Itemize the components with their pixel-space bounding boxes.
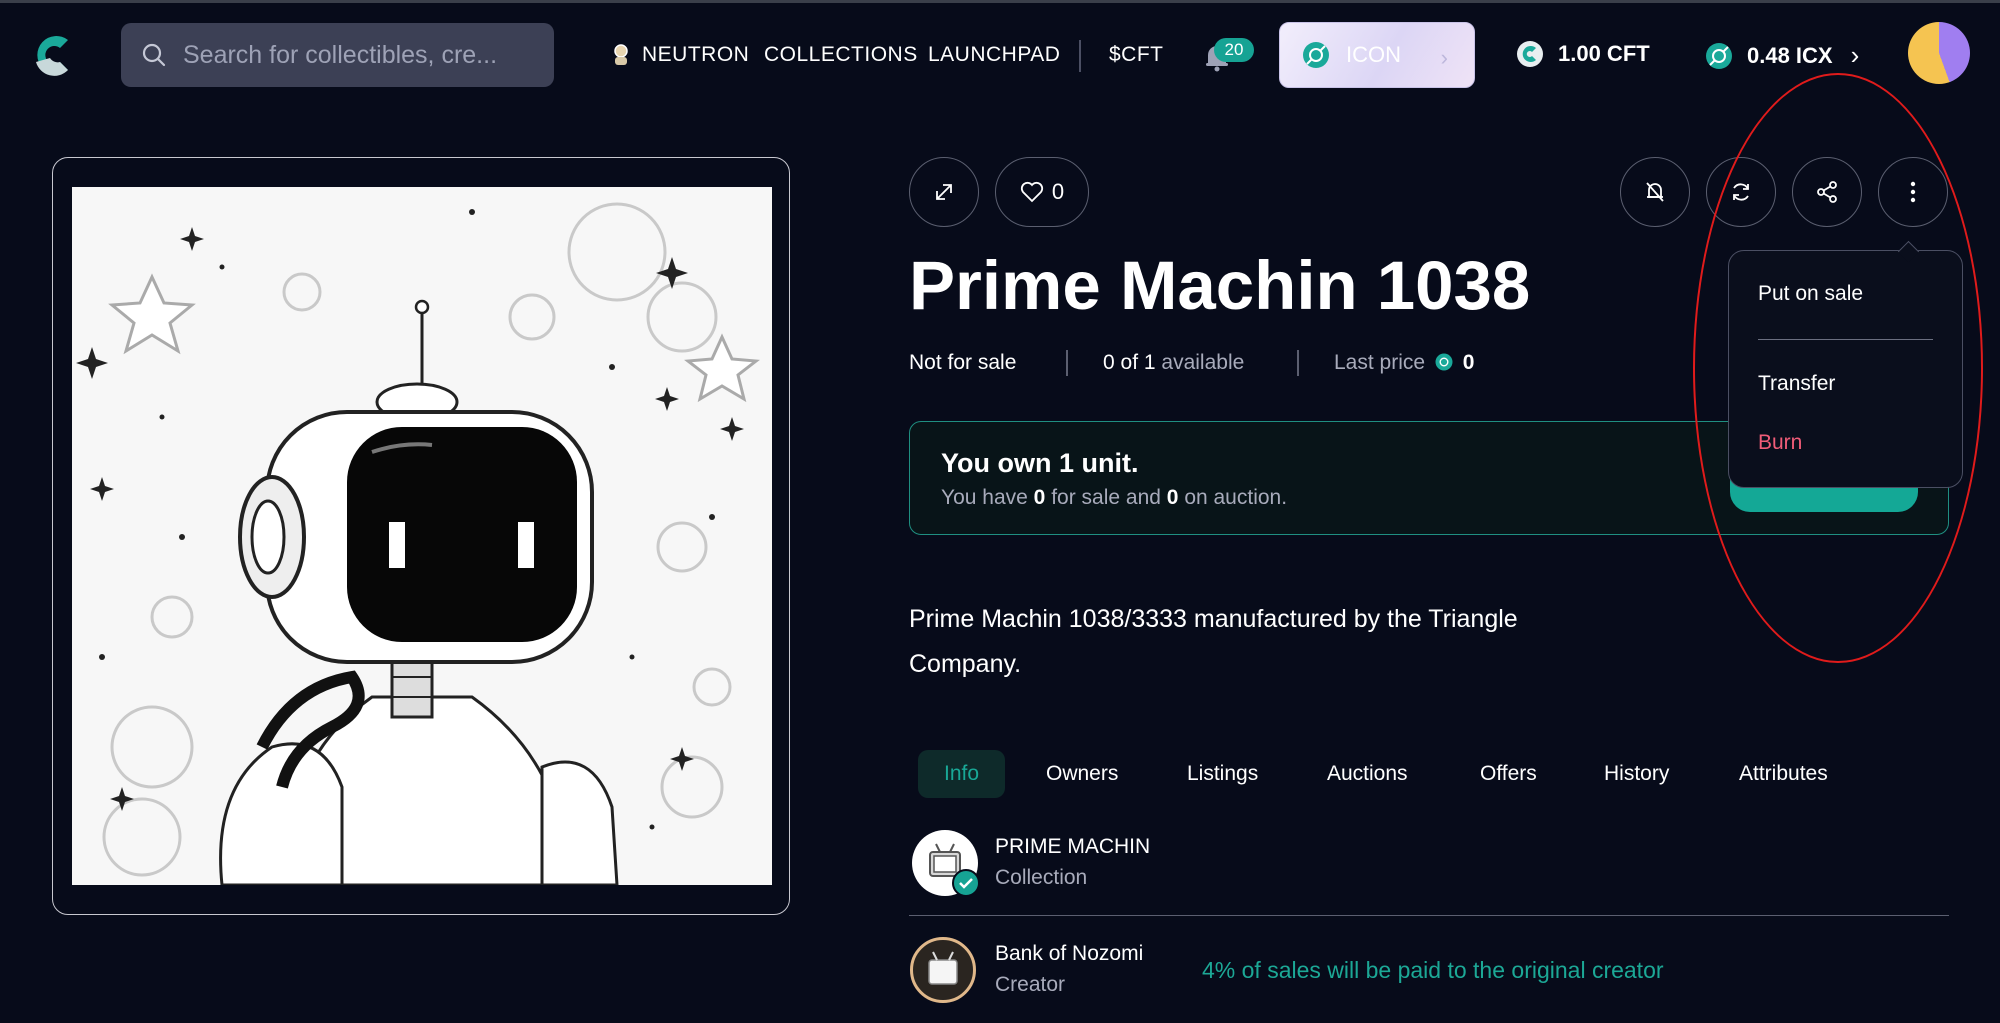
nft-description: Prime Machin 1038/3333 manufactured by t… [909, 605, 1518, 678]
tab-info[interactable]: Info [918, 750, 1006, 798]
meta-divider [1297, 350, 1299, 376]
available-count: 0 of 1 [1103, 351, 1156, 374]
creator-avatar[interactable] [910, 937, 976, 1003]
tab-attributes[interactable]: Attributes [1739, 750, 1828, 798]
astronaut-icon [614, 44, 628, 65]
notification-badge: 20 [1214, 38, 1254, 62]
user-avatar[interactable] [1908, 22, 1970, 84]
tab-offers[interactable]: Offers [1480, 750, 1537, 798]
royalty-note: 4% of sales will be paid to the original… [1202, 957, 1664, 983]
nav-link-collections[interactable]: COLLECTIONS [764, 42, 918, 68]
last-price-label: Last price [1334, 351, 1426, 374]
sale-status: Not for sale [909, 351, 1017, 374]
on-auction-count: 0 [1166, 486, 1179, 509]
robot-artwork [72, 187, 772, 885]
nav-link-neutron[interactable]: NEUTRON [642, 42, 749, 68]
verified-check-icon [952, 869, 980, 897]
expand-icon [936, 184, 952, 200]
like-button[interactable]: 0 [995, 157, 1089, 227]
search-icon [142, 43, 166, 67]
for-sale-count: 0 [1033, 486, 1046, 509]
nft-artwork-image[interactable] [72, 187, 772, 885]
search-bar[interactable] [121, 23, 554, 87]
availability: 0 of 1 available [1103, 349, 1244, 377]
cft-token-icon [1517, 41, 1543, 67]
icx-balance[interactable]: 0.48 ICX › [1705, 40, 1859, 71]
available-label: available [1161, 351, 1245, 374]
mute-notifications-button[interactable] [1620, 157, 1690, 227]
cft-balance-value: 1.00 CFT [1558, 41, 1650, 66]
tab-listings[interactable]: Listings [1187, 750, 1258, 798]
nft-title: Prime Machin 1038 [909, 247, 1531, 324]
ownership-sub-suffix: on auction. [1184, 486, 1288, 509]
heart-icon [1020, 181, 1043, 203]
network-selector-button[interactable]: ICON › [1279, 22, 1475, 88]
tab-auctions[interactable]: Auctions [1327, 750, 1408, 798]
nav-divider [1079, 40, 1081, 72]
expand-button[interactable] [909, 157, 979, 227]
icx-token-icon [1435, 353, 1453, 371]
creator-role: Creator [995, 973, 1066, 996]
collection-name[interactable]: PRIME MACHIN [995, 834, 1150, 860]
info-divider [909, 915, 1949, 916]
ownership-title: You own 1 unit. [941, 448, 1139, 478]
cft-balance[interactable]: 1.00 CFT [1516, 40, 1650, 68]
tab-history[interactable]: History [1604, 750, 1669, 798]
window-top-edge [0, 0, 2000, 3]
tab-owners[interactable]: Owners [1046, 750, 1118, 798]
collection-role: Collection [995, 866, 1088, 889]
tv-icon [928, 951, 958, 985]
nav-link-launchpad[interactable]: LAUNCHPAD [928, 42, 1060, 68]
ownership-sub-middle: for sale and [1051, 486, 1161, 509]
search-input[interactable] [181, 39, 545, 71]
ownership-subtitle: You have 0 for sale and 0 on auction. [941, 484, 1287, 512]
chevron-right-icon: › [1850, 40, 1860, 70]
icon-network-icon [1303, 42, 1329, 68]
icx-balance-value: 0.48 ICX [1747, 42, 1833, 68]
chevron-right-icon: › [1440, 45, 1448, 70]
like-count: 0 [1051, 179, 1065, 204]
ownership-sub-prefix: You have [941, 486, 1028, 509]
network-label: ICON [1346, 42, 1401, 67]
app-logo-icon[interactable] [30, 32, 76, 78]
nav-link-cft[interactable]: $CFT [1109, 42, 1164, 68]
highlight-annotation [1693, 73, 1983, 663]
creator-name[interactable]: Bank of Nozomi [995, 941, 1143, 967]
meta-divider [1066, 350, 1068, 376]
last-price-value: 0 [1462, 351, 1475, 374]
last-price: Last price 0 [1334, 349, 1474, 377]
icx-token-icon [1706, 42, 1732, 69]
bell-off-icon [1646, 182, 1664, 202]
